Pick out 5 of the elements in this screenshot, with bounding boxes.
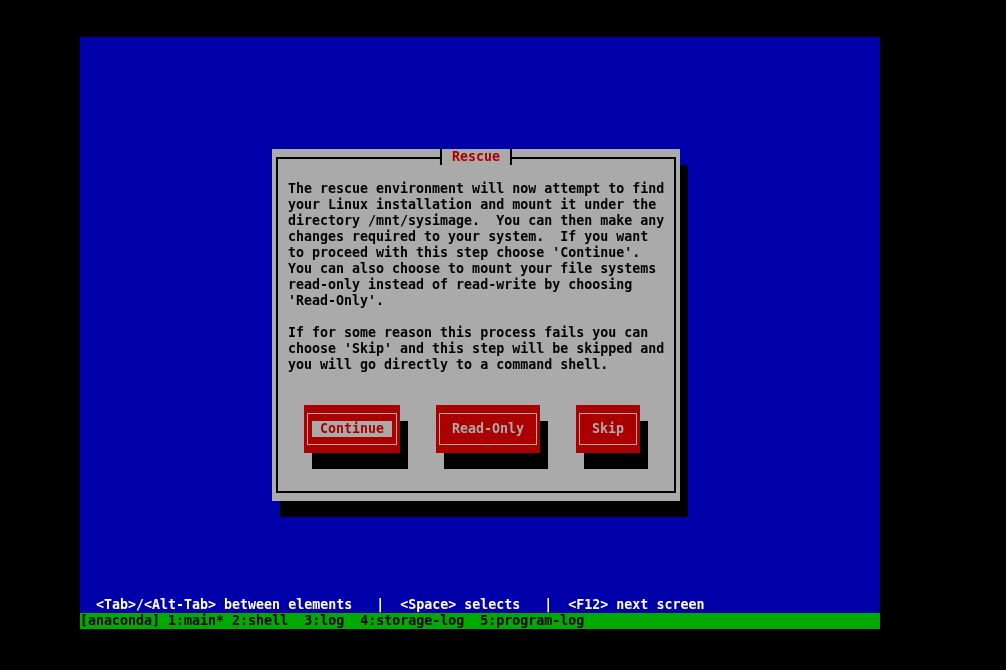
status-text: [anaconda] 1:main* 2:shell 3:log 4:storage-log 5:program-log (80, 613, 585, 628)
help-text: <Tab>/<Alt-Tab> between elements | <Space> selects | <F12> next screen (95, 597, 706, 613)
dialog-text: If for some reason this process fails you can choose 'Skip' and this step will be skipped and you will go directly to a command shell. (288, 325, 666, 373)
dialog-title: Rescue (440, 149, 512, 165)
dialog-text: The rescue environment will now attempt to find your Linux installation and mount it under the directory /mnt/sysimage. You can then make any changes required to your system. If you want to proceed with this step choose 'Continue'. You can also choose to mount your file systems read-only instead of read-write by choosing 'Read-Only'. (288, 181, 666, 309)
